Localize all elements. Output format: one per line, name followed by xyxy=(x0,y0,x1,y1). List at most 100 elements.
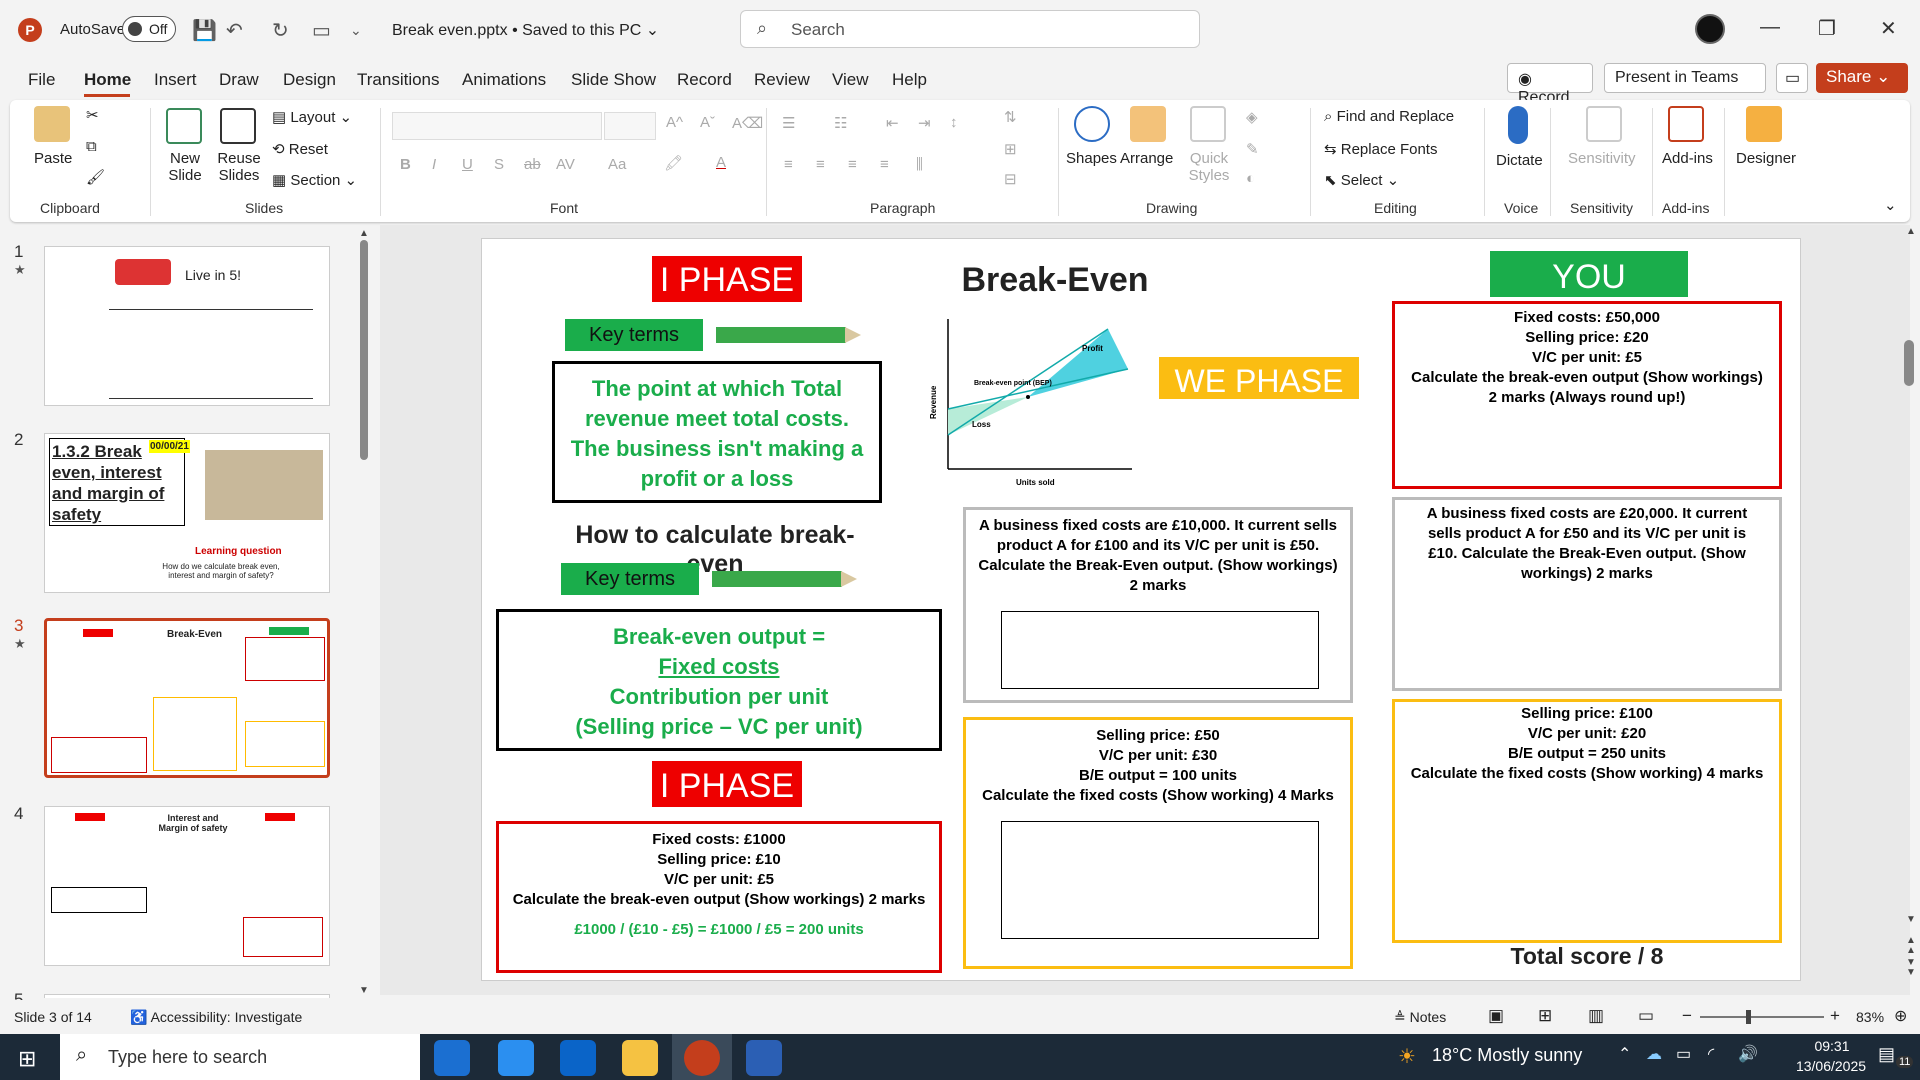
designer-button[interactable]: Designer xyxy=(1736,150,1796,167)
slide-canvas[interactable]: I PHASE Break-Even YOU PHASE Key terms T… xyxy=(481,238,1801,981)
tab-review[interactable]: Review xyxy=(754,70,810,90)
add-ins-icon[interactable] xyxy=(1668,106,1704,142)
file-explorer-icon[interactable] xyxy=(622,1040,658,1076)
sensitivity-icon[interactable] xyxy=(1586,106,1622,142)
volume-icon[interactable]: 🔊 xyxy=(1738,1044,1758,1064)
fit-to-window-icon[interactable]: ⊕ xyxy=(1894,1006,1907,1026)
shadow-button[interactable]: S xyxy=(494,156,504,173)
zoom-slider[interactable] xyxy=(1700,1016,1824,1018)
text-direction-icon[interactable]: ⇅ xyxy=(1004,108,1017,126)
dictate-button[interactable]: Dictate xyxy=(1496,152,1543,169)
notes-button[interactable]: ≜ Notes xyxy=(1394,1009,1446,1026)
increase-font-icon[interactable]: A^ xyxy=(666,114,683,131)
reuse-slides-button[interactable]: Reuse Slides xyxy=(214,150,264,184)
document-title[interactable]: Break even.pptx • Saved to this PC ⌄ xyxy=(392,20,659,40)
save-icon[interactable]: 💾 xyxy=(192,18,217,43)
character-spacing-button[interactable]: AV xyxy=(556,156,575,173)
zoom-in-icon[interactable]: + xyxy=(1830,1006,1840,1026)
font-size-dropdown[interactable] xyxy=(604,112,656,140)
autosave-toggle[interactable]: Off xyxy=(122,16,176,42)
arrange-button[interactable]: Arrange xyxy=(1120,150,1173,167)
scroll-up-icon[interactable]: ▲ xyxy=(1906,226,1916,237)
previous-slide-icon[interactable]: ▲ ▲ xyxy=(1906,936,1916,956)
answer-box[interactable] xyxy=(1001,821,1319,939)
tab-insert[interactable]: Insert xyxy=(154,70,197,90)
layout-button[interactable]: ▤ Layout ⌄ xyxy=(272,108,352,126)
tab-view[interactable]: View xyxy=(832,70,869,90)
search-box[interactable]: ⌕ Search xyxy=(740,10,1200,48)
present-in-teams-button[interactable]: Present in Teams xyxy=(1604,63,1766,93)
tab-record[interactable]: Record xyxy=(677,70,732,90)
collapse-ribbon-icon[interactable]: ⌄ xyxy=(1884,196,1897,214)
share-button[interactable]: Share ⌄ xyxy=(1816,63,1908,93)
select-button[interactable]: ⬉ Select ⌄ xyxy=(1324,171,1399,189)
tab-animations[interactable]: Animations xyxy=(462,70,546,90)
taskbar-search[interactable]: ⌕ Type here to search xyxy=(60,1034,420,1080)
paste-button[interactable]: Paste xyxy=(34,150,72,167)
store-icon[interactable] xyxy=(498,1040,534,1076)
numbering-icon[interactable]: ☷ xyxy=(834,114,847,132)
smartart-icon[interactable]: ⊟ xyxy=(1004,170,1017,188)
reset-button[interactable]: ⟲ Reset xyxy=(272,140,328,158)
shapes-button[interactable]: Shapes xyxy=(1066,150,1117,167)
increase-indent-icon[interactable]: ⇥ xyxy=(918,114,931,132)
tab-home[interactable]: Home xyxy=(84,70,131,90)
designer-icon[interactable] xyxy=(1746,106,1782,142)
microphone-icon[interactable] xyxy=(1508,106,1528,144)
tab-help[interactable]: Help xyxy=(892,70,927,90)
justify-icon[interactable]: ≡ xyxy=(880,156,889,173)
highlight-icon[interactable]: 🖍 xyxy=(664,154,683,172)
wifi-icon[interactable]: ◜ xyxy=(1708,1044,1714,1064)
redo-icon[interactable]: ↻ xyxy=(272,18,289,43)
bullets-icon[interactable]: ☰ xyxy=(782,114,795,132)
decrease-font-icon[interactable]: Aˇ xyxy=(700,114,715,131)
new-slide-button[interactable]: New Slide xyxy=(160,150,210,184)
columns-icon[interactable]: ⫼ xyxy=(916,156,923,173)
zoom-out-icon[interactable]: − xyxy=(1682,1006,1692,1026)
accessibility-status[interactable]: ♿ Accessibility: Investigate xyxy=(130,1009,302,1026)
present-from-start-icon[interactable]: ▭ xyxy=(312,18,331,43)
arrange-icon[interactable] xyxy=(1130,106,1166,142)
tab-slide-show[interactable]: Slide Show xyxy=(571,70,656,90)
slide-show-icon[interactable]: ▭ xyxy=(1638,1006,1654,1026)
show-hidden-icons-icon[interactable]: ⌃ xyxy=(1618,1044,1631,1064)
replace-fonts-button[interactable]: ⇆ Replace Fonts xyxy=(1324,140,1437,158)
align-center-icon[interactable]: ≡ xyxy=(816,156,825,173)
clock-date[interactable]: 13/06/2025 xyxy=(1788,1058,1874,1074)
decrease-indent-icon[interactable]: ⇤ xyxy=(886,114,899,132)
answer-box[interactable] xyxy=(1001,611,1319,689)
windows-start-icon[interactable]: ⊞ xyxy=(18,1046,36,1072)
zoom-level[interactable]: 83% xyxy=(1856,1009,1884,1025)
battery-icon[interactable]: ▭ xyxy=(1676,1044,1691,1064)
tab-file[interactable]: File xyxy=(28,70,55,90)
minimize-button[interactable]: — xyxy=(1760,16,1780,39)
editor-scrollbar[interactable] xyxy=(1904,340,1914,386)
slide-thumbnail-5[interactable] xyxy=(44,994,330,998)
bold-button[interactable]: B xyxy=(400,156,411,173)
notifications-icon[interactable]: ▤ xyxy=(1878,1044,1895,1065)
outlook-icon[interactable] xyxy=(560,1040,596,1076)
cut-icon[interactable]: ✂ xyxy=(86,106,99,124)
clock-time[interactable]: 09:31 xyxy=(1800,1038,1864,1054)
zoom-slider-handle[interactable] xyxy=(1746,1010,1751,1024)
scroll-down-icon[interactable]: ▼ xyxy=(359,985,369,996)
italic-button[interactable]: I xyxy=(432,156,436,173)
powerpoint-taskbar-icon[interactable] xyxy=(684,1040,720,1076)
paste-icon[interactable] xyxy=(34,106,70,142)
font-color-button[interactable]: A xyxy=(716,154,726,171)
reuse-slides-icon[interactable] xyxy=(220,108,256,144)
align-right-icon[interactable]: ≡ xyxy=(848,156,857,173)
customize-toolbar-icon[interactable]: ⌄ xyxy=(350,22,362,39)
slide-sorter-icon[interactable]: ⊞ xyxy=(1538,1006,1552,1026)
quick-styles-button[interactable]: Quick Styles xyxy=(1186,150,1232,184)
align-text-icon[interactable]: ⊞ xyxy=(1004,140,1017,158)
add-ins-button[interactable]: Add-ins xyxy=(1662,150,1713,167)
tab-draw[interactable]: Draw xyxy=(219,70,259,90)
undo-icon[interactable]: ↶ xyxy=(226,18,243,43)
shape-outline-icon[interactable]: ✎ xyxy=(1246,140,1259,158)
clear-formatting-icon[interactable]: A⌫ xyxy=(732,114,763,132)
weather-text[interactable]: 18°C Mostly sunny xyxy=(1432,1045,1582,1066)
sensitivity-button[interactable]: Sensitivity xyxy=(1568,150,1636,167)
shape-effects-icon[interactable]: ◐ xyxy=(1246,170,1255,187)
slide-thumbnail-4[interactable]: Interest and Margin of safety xyxy=(44,806,330,966)
